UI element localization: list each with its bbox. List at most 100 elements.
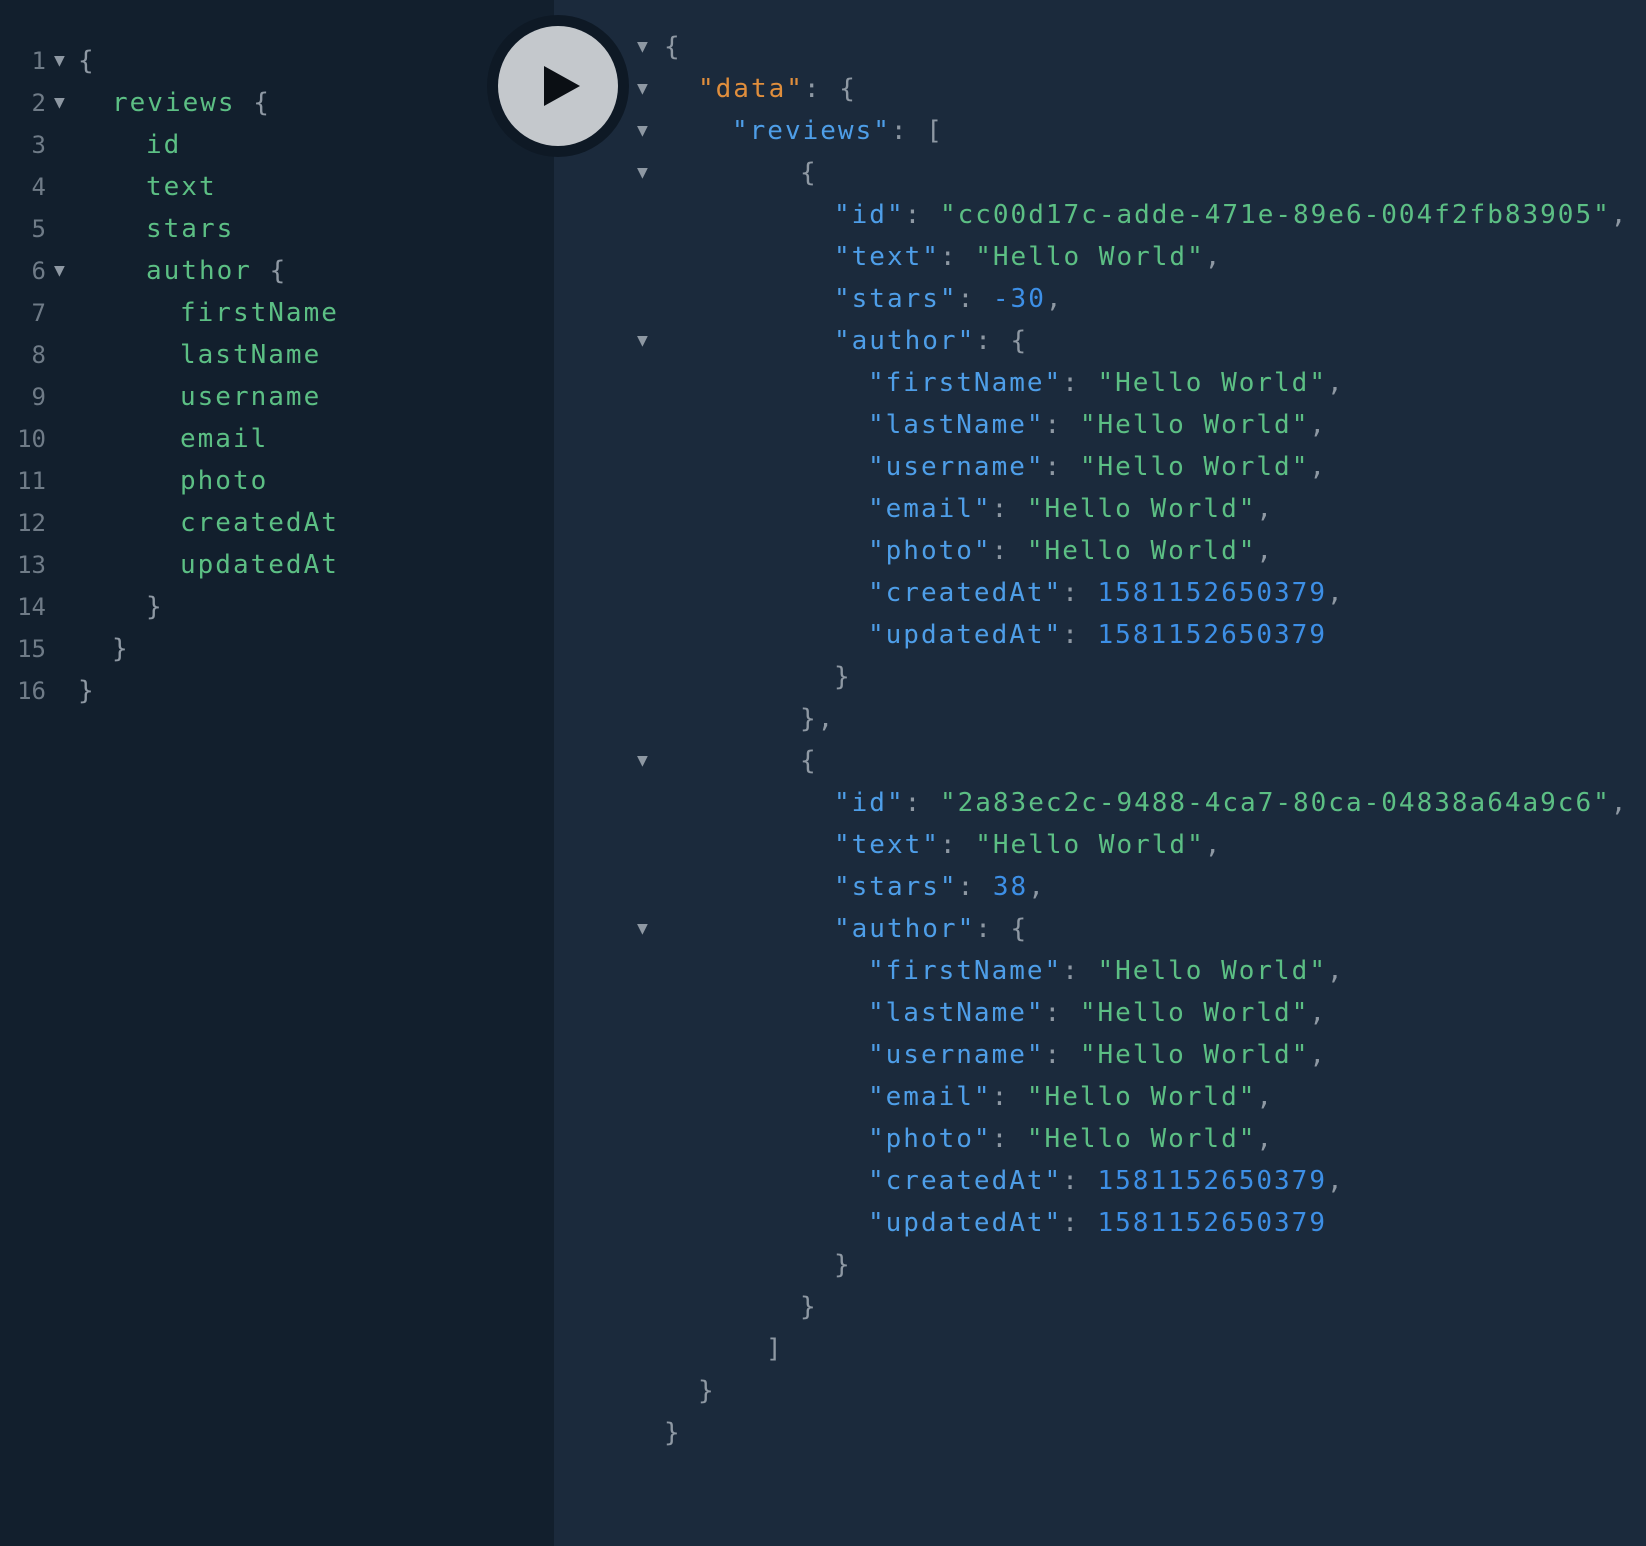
fold-arrow-icon[interactable]: ▼ [637, 739, 648, 783]
result-line: "email": "Hello World", [554, 1075, 1646, 1119]
json-key: "id" [834, 788, 905, 818]
play-icon [544, 66, 580, 106]
fold-arrow-icon[interactable]: ▼ [54, 249, 65, 293]
punctuation: : [1044, 1040, 1080, 1070]
punctuation: ] [766, 1334, 784, 1364]
json-value: 1581152650379 [1097, 1166, 1327, 1196]
punctuation: : [1044, 452, 1080, 482]
punctuation: , [1028, 872, 1046, 902]
punctuation: : [939, 242, 976, 272]
brace: { [78, 46, 96, 76]
result-viewer: ▼{▼ "data": {▼ "reviews": [▼{"id": "cc00d1… [554, 0, 1646, 1546]
fold-arrow-icon[interactable]: ▼ [54, 39, 65, 83]
line-number: 12 [17, 509, 46, 537]
punctuation: : [957, 284, 993, 314]
json-key: "username" [868, 1040, 1045, 1070]
fold-arrow-icon[interactable]: ▼ [637, 109, 648, 153]
brace: { [251, 256, 288, 286]
result-line: "text": "Hello World", [554, 235, 1646, 279]
punctuation: , [1256, 1082, 1275, 1112]
json-key: "photo" [868, 1124, 992, 1154]
query-line[interactable]: 10 email [0, 417, 554, 461]
punctuation: : [957, 872, 993, 902]
json-value: -30 [992, 284, 1046, 314]
json-key: "photo" [868, 536, 992, 566]
query-line[interactable]: 9 username [0, 375, 554, 419]
query-editor[interactable]: 1 ▼ {2 ▼ reviews {3 id 4 text 5 stars 6 ▼ author {7 f… [0, 0, 554, 1546]
line-number: 4 [31, 173, 46, 201]
json-value: 1581152650379 [1097, 620, 1327, 650]
json-key: "lastName" [868, 998, 1045, 1028]
result-line: }, [554, 697, 1646, 741]
query-field-id: id [146, 130, 182, 160]
punctuation: : [1062, 1166, 1098, 1196]
query-field-text: text [146, 172, 217, 202]
query-line[interactable]: 7 firstName [0, 291, 554, 335]
query-line[interactable]: 8 lastName [0, 333, 554, 377]
query-line[interactable]: 12 createdAt [0, 501, 554, 545]
punctuation: , [1327, 368, 1345, 398]
query-line[interactable]: 1 ▼ { [0, 39, 554, 83]
punctuation: : [1062, 620, 1098, 650]
query-field-username: username [180, 382, 322, 412]
result-line: ▼ "author": { [554, 319, 1646, 363]
json-value: "Hello World" [1097, 368, 1327, 398]
result-line: "updatedAt": 1581152650379 [554, 613, 1646, 657]
fold-arrow-icon[interactable]: ▼ [637, 67, 648, 111]
query-line[interactable]: 2 ▼ reviews { [0, 81, 554, 125]
punctuation: , [1309, 998, 1328, 1028]
fold-arrow-icon[interactable]: ▼ [54, 81, 65, 125]
result-line: ▼{ [554, 151, 1646, 195]
line-number: 14 [17, 593, 46, 621]
result-line: "firstName": "Hello World", [554, 949, 1646, 993]
result-line: } [554, 655, 1646, 699]
json-value: "Hello World" [975, 830, 1205, 860]
result-line: "id": "2a83ec2c-9488-4ca7-80ca-04838a64a… [554, 781, 1646, 825]
query-line[interactable]: 16} [0, 669, 554, 713]
result-line: } [554, 1369, 1646, 1413]
json-key: "createdAt" [868, 1166, 1063, 1196]
punctuation: { [664, 32, 682, 62]
punctuation: : [939, 830, 976, 860]
query-line[interactable]: 3 id [0, 123, 554, 167]
result-line: ] [554, 1327, 1646, 1371]
punctuation: , [1327, 956, 1345, 986]
query-line[interactable]: 15} [0, 627, 554, 671]
result-line: ▼ "data": { [554, 67, 1646, 111]
punctuation: : [904, 788, 940, 818]
line-number: 15 [17, 635, 46, 663]
punctuation: } [800, 1292, 818, 1322]
line-number: 1 [31, 47, 46, 75]
query-line[interactable]: 14} [0, 585, 554, 629]
execute-query-button[interactable] [487, 15, 629, 157]
query-line[interactable]: 4 text [0, 165, 554, 209]
json-value: "Hello World" [1079, 410, 1310, 440]
fold-arrow-icon[interactable]: ▼ [637, 151, 648, 195]
query-line[interactable]: 13 updatedAt [0, 543, 554, 587]
result-line: ▼{ [554, 739, 1646, 783]
json-key: "stars" [834, 284, 958, 314]
query-line[interactable]: 5 stars [0, 207, 554, 251]
play-button-face[interactable] [498, 26, 618, 146]
json-value: "Hello World" [1026, 1082, 1257, 1112]
line-number: 6 [31, 257, 46, 285]
query-line[interactable]: 11 photo [0, 459, 554, 503]
punctuation: , [1327, 578, 1345, 608]
fold-arrow-icon[interactable]: ▼ [637, 319, 648, 363]
line-number: 5 [31, 215, 46, 243]
json-key: "email" [868, 1082, 992, 1112]
result-line: "username": "Hello World", [554, 1033, 1646, 1077]
punctuation: , [1204, 830, 1223, 860]
json-key: "reviews" [732, 116, 891, 146]
fold-arrow-icon[interactable]: ▼ [637, 25, 648, 69]
result-line: } [554, 1243, 1646, 1287]
json-key: "updatedAt" [868, 1208, 1063, 1238]
punctuation: , [1256, 1124, 1275, 1154]
query-line[interactable]: 6 ▼ author { [0, 249, 554, 293]
punctuation: , [1256, 494, 1275, 524]
punctuation: } [834, 662, 852, 692]
fold-arrow-icon[interactable]: ▼ [637, 907, 648, 951]
result-line: "lastName": "Hello World", [554, 991, 1646, 1035]
result-line: ▼{ [554, 25, 1646, 69]
result-line: "photo": "Hello World", [554, 529, 1646, 573]
